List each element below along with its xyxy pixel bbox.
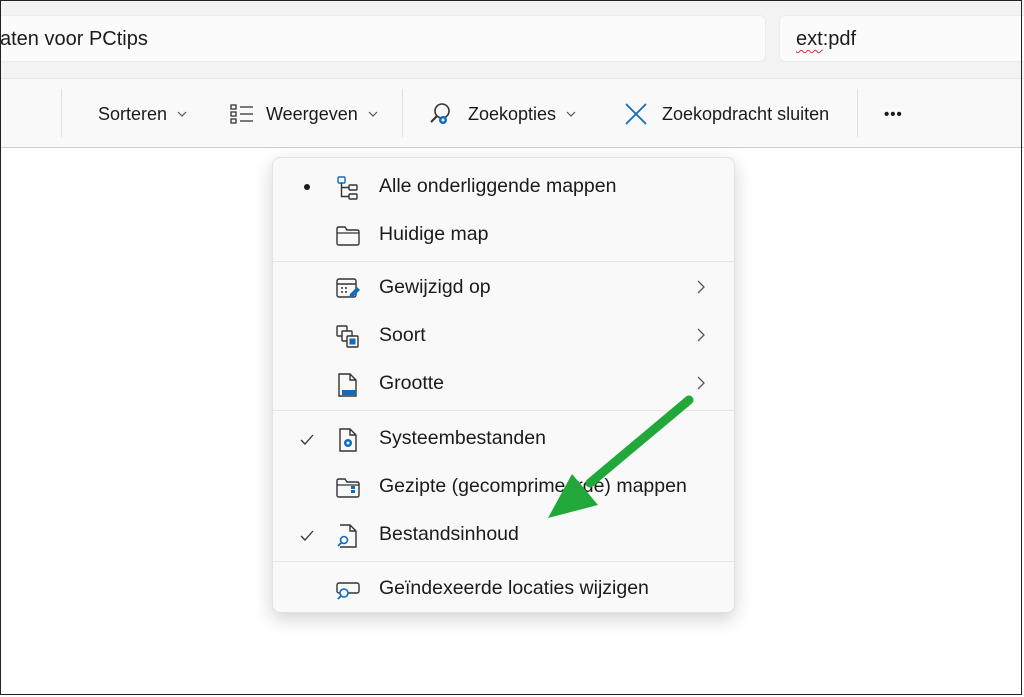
annotation-arrow [548,395,694,518]
